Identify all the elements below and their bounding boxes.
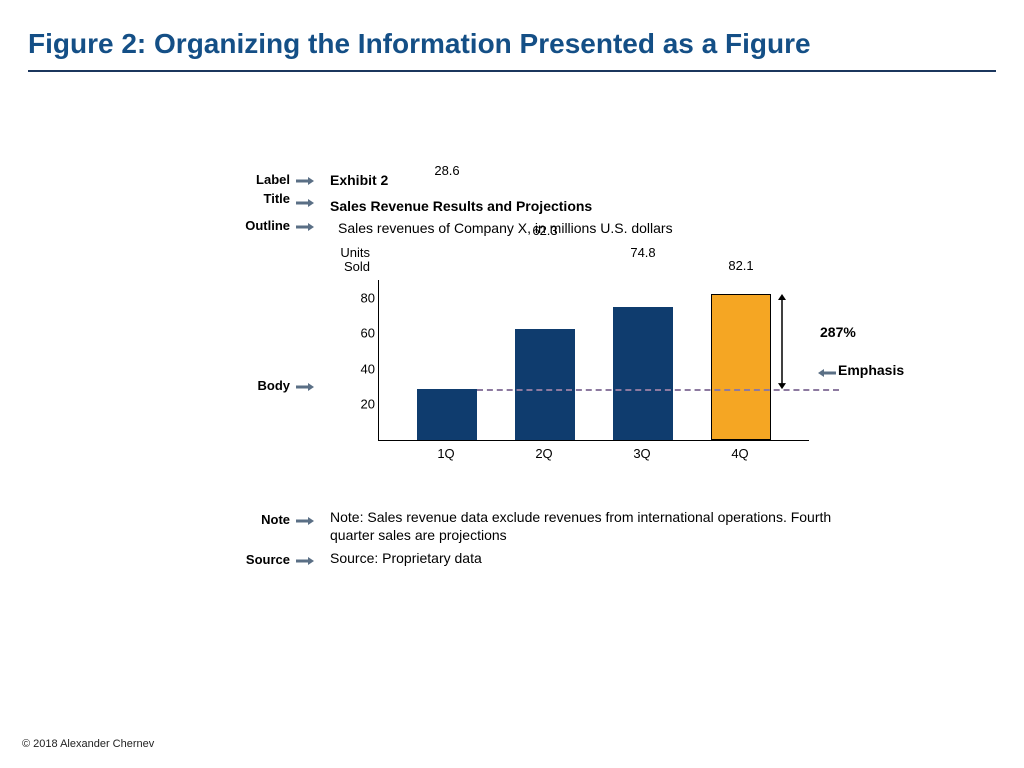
bar-group: 62.3 xyxy=(515,280,575,440)
annotation-source: Source xyxy=(246,552,290,567)
arrow-right-icon xyxy=(296,516,314,524)
annotation-body: Body xyxy=(258,378,291,393)
y-tick: 40 xyxy=(349,361,375,376)
bar-value-label: 74.8 xyxy=(613,245,673,276)
emphasis-label: Emphasis xyxy=(838,362,904,378)
exhibit-label: Exhibit 2 xyxy=(330,172,890,188)
bar xyxy=(417,389,477,440)
bar-group: 28.6 xyxy=(417,280,477,440)
y-tick: 80 xyxy=(349,290,375,305)
title-divider xyxy=(28,70,996,72)
bar xyxy=(613,307,673,440)
x-category-label: 2Q xyxy=(514,446,574,461)
bar-value-label: 82.1 xyxy=(711,258,771,276)
arrow-left-icon xyxy=(818,365,836,381)
exhibit-source: Source: Proprietary data xyxy=(330,550,850,566)
bar-chart: Units Sold 2040608028.662.374.882.1 287%… xyxy=(330,250,840,470)
arrow-right-icon xyxy=(296,556,314,564)
annotation-label: Label xyxy=(256,172,290,187)
arrow-right-icon xyxy=(296,382,314,390)
annotation-title: Title xyxy=(264,192,291,205)
bar xyxy=(515,329,575,440)
exhibit-content: Exhibit 2 Sales Revenue Results and Proj… xyxy=(330,172,890,470)
arrow-right-icon xyxy=(296,198,314,206)
percent-change-label: 287% xyxy=(820,324,856,340)
figure-stage: Label Title Outline Body Note Source Exh… xyxy=(0,172,1024,632)
copyright-text: © 2018 Alexander Chernev xyxy=(22,738,154,750)
chart-plot-area: 2040608028.662.374.882.1 xyxy=(378,280,809,441)
arrow-right-icon xyxy=(296,222,314,230)
bar-value-label: 62.3 xyxy=(515,223,575,276)
x-category-label: 3Q xyxy=(612,446,672,461)
arrow-right-icon xyxy=(296,176,314,184)
reference-line xyxy=(477,389,839,391)
bar-value-label: 28.6 xyxy=(417,163,477,276)
bar-emphasis xyxy=(711,294,771,440)
x-category-label: 4Q xyxy=(710,446,770,461)
annotation-outline: Outline xyxy=(245,218,290,233)
chart-y-axis-label: Units Sold xyxy=(326,246,370,274)
page-title: Figure 2: Organizing the Information Pre… xyxy=(0,0,1024,70)
y-tick: 20 xyxy=(349,397,375,412)
change-bracket-icon xyxy=(776,294,788,389)
bar-group: 74.8 xyxy=(613,280,673,440)
bar-group: 82.1 xyxy=(711,280,771,440)
annotation-note: Note xyxy=(261,512,290,527)
exhibit-title: Sales Revenue Results and Projections xyxy=(330,198,890,214)
x-category-label: 1Q xyxy=(416,446,476,461)
exhibit-note: Note: Sales revenue data exclude revenue… xyxy=(330,508,850,544)
y-tick: 60 xyxy=(349,326,375,341)
